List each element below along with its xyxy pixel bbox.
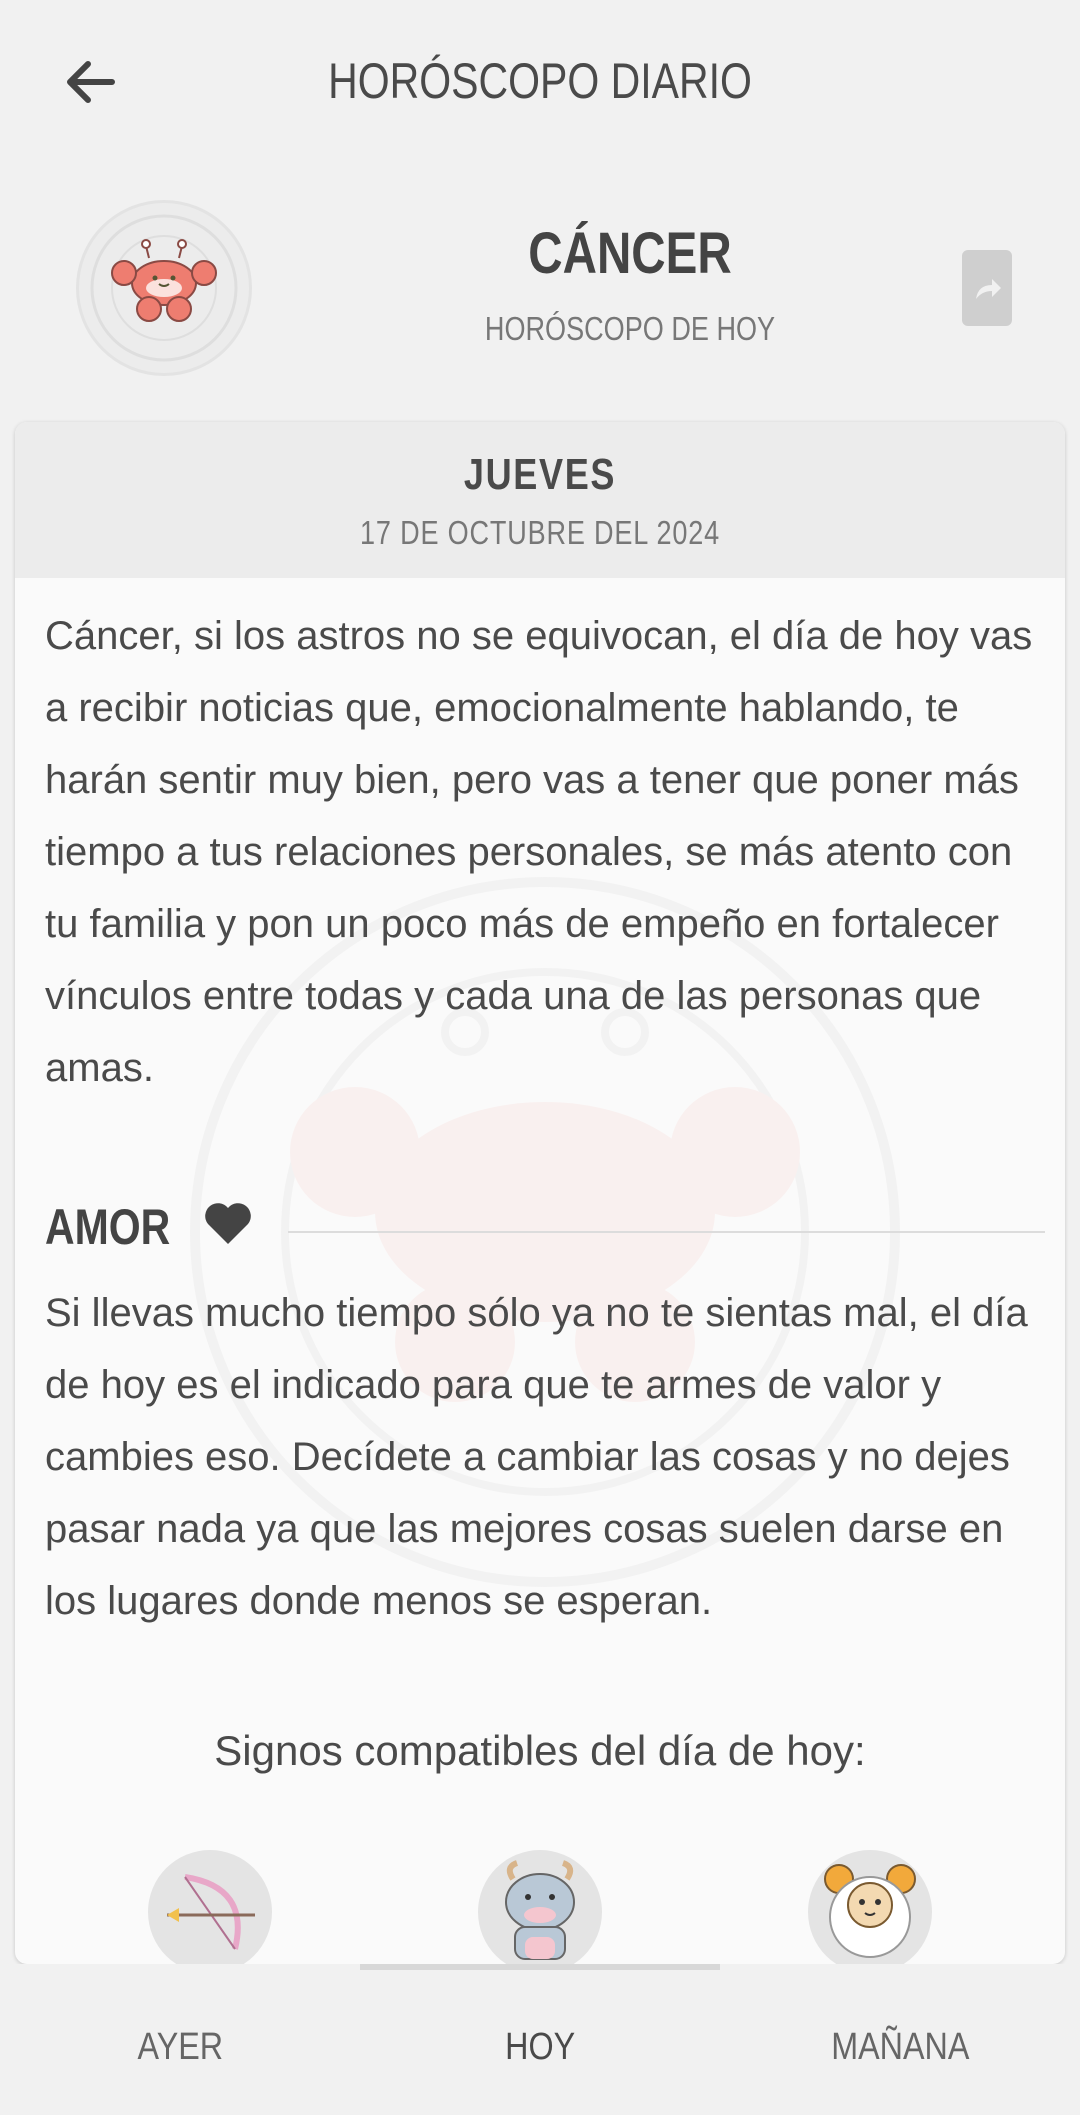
tab-manana[interactable]: MAÑANA — [720, 1964, 1080, 2115]
page-title: HORÓSCOPO DIARIO — [328, 53, 752, 109]
day-label: JUEVES — [463, 450, 617, 499]
date-label: 17 DE OCTUBRE DEL 2024 — [360, 514, 720, 551]
tab-ayer[interactable]: AYER — [0, 1964, 360, 2115]
love-horoscope-text: Si llevas mucho tiempo sólo ya no te sie… — [45, 1291, 1028, 1623]
sagittarius-icon — [167, 1874, 255, 1950]
card-header: JUEVES 17 DE OCTUBRE DEL 2024 — [15, 422, 1065, 578]
love-title: AMOR — [45, 1199, 171, 1255]
tab-ayer-label: AYER — [137, 2026, 223, 2068]
aries-icon — [824, 1864, 916, 1958]
sign-name: CÁNCER — [528, 221, 732, 286]
crab-icon — [90, 214, 238, 362]
section-divider — [288, 1231, 1045, 1233]
compatible-signs-label: Signos compatibles del día de hoy: — [214, 1727, 866, 1774]
tab-hoy[interactable]: HOY — [360, 1964, 720, 2115]
love-section-header: AMOR — [45, 1190, 1045, 1270]
share-button[interactable] — [962, 250, 1012, 326]
general-horoscope-text: Cáncer, si los astros no se equivocan, e… — [45, 614, 1033, 1090]
tab-manana-label: MAÑANA — [830, 2026, 970, 2068]
sign-header: CÁNCER HORÓSCOPO DE HOY — [0, 190, 1080, 400]
share-icon — [976, 279, 1001, 299]
tab-hoy-label: HOY — [504, 2026, 575, 2068]
taurus-icon — [505, 1860, 575, 1960]
app-header: HORÓSCOPO DIARIO — [0, 0, 1080, 170]
compatible-sign-aries[interactable] — [808, 1850, 932, 1964]
heart-icon — [205, 1203, 251, 1244]
sign-avatar — [76, 200, 252, 376]
horoscope-card: JUEVES 17 DE OCTUBRE DEL 2024 Cáncer, si… — [15, 422, 1065, 1964]
compatible-sign-sagittarius[interactable] — [148, 1850, 272, 1964]
compatible-sign-taurus[interactable] — [478, 1850, 602, 1964]
bottom-navigation: AYER HOY MAÑANA — [0, 1964, 1080, 2115]
sign-subtitle: HORÓSCOPO DE HOY — [484, 310, 776, 347]
